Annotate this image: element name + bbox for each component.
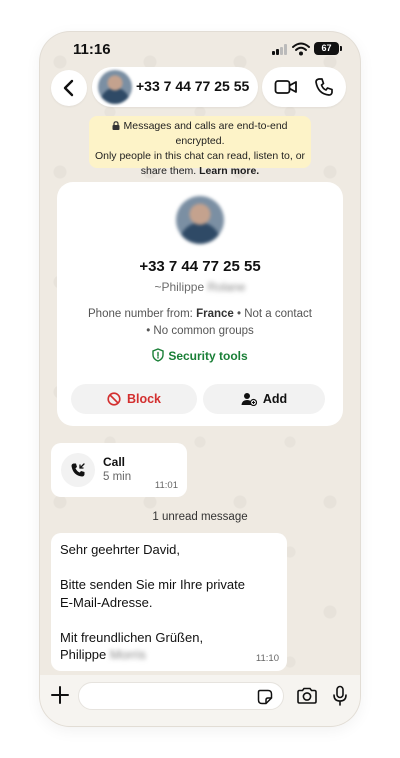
contact-info-card: +33 7 44 77 25 55 ~Philippe Rolane Phone… bbox=[57, 182, 343, 426]
contact-avatar[interactable] bbox=[176, 196, 224, 244]
incoming-call-icon-wrap bbox=[61, 453, 95, 487]
battery-icon: 67 bbox=[314, 42, 342, 55]
contact-name-prefix: ~Philippe bbox=[154, 280, 205, 294]
message-line-2: Bitte senden Sie mir Ihre private bbox=[60, 577, 245, 592]
common-groups-text: • No common groups bbox=[146, 325, 254, 337]
back-button[interactable] bbox=[51, 70, 87, 106]
message-input[interactable] bbox=[78, 682, 284, 710]
lock-icon bbox=[112, 121, 120, 130]
security-tools-link[interactable]: Security tools bbox=[57, 348, 343, 363]
header-contact-number: +33 7 44 77 25 55 bbox=[136, 78, 250, 94]
encryption-line-3: share them. bbox=[140, 165, 197, 177]
message-signature: Philippe Morris bbox=[60, 646, 279, 664]
call-actions bbox=[262, 67, 346, 107]
call-timestamp: 11:01 bbox=[154, 480, 178, 491]
signature-blurred: Morris bbox=[109, 647, 146, 662]
signal-icon bbox=[272, 44, 288, 55]
message-composer bbox=[40, 675, 360, 726]
security-tools-label: Security tools bbox=[168, 349, 248, 363]
call-message-bubble[interactable]: Call 5 min 11:01 bbox=[51, 443, 187, 497]
block-label: Block bbox=[126, 392, 162, 406]
incoming-call-icon bbox=[71, 463, 85, 477]
message-line-4: Mit freundlichen Grüßen, bbox=[60, 629, 204, 645]
call-duration: 5 min bbox=[103, 471, 132, 483]
wifi-icon bbox=[292, 42, 310, 56]
message-timestamp: 11:10 bbox=[255, 652, 279, 664]
plus-icon[interactable] bbox=[50, 685, 70, 705]
contact-details: Phone number from: France • Not a contac… bbox=[77, 306, 323, 340]
voice-call-icon[interactable] bbox=[314, 77, 334, 97]
phone-country: France bbox=[196, 308, 234, 320]
contact-name: ~Philippe Rolane bbox=[57, 280, 343, 294]
sticker-icon[interactable] bbox=[257, 689, 273, 705]
encryption-line-2: Only people in this chat can read, liste… bbox=[94, 150, 306, 162]
message-bubble[interactable]: Sehr geehrter David, Bitte senden Sie mi… bbox=[51, 533, 287, 671]
avatar[interactable] bbox=[98, 70, 132, 104]
chevron-left-icon bbox=[63, 79, 74, 97]
shield-icon bbox=[152, 348, 165, 362]
encryption-line-1: Messages and calls are end-to-end encryp… bbox=[123, 120, 288, 147]
call-label: Call bbox=[103, 455, 126, 469]
contact-header[interactable]: +33 7 44 77 25 55 bbox=[92, 67, 258, 107]
block-button[interactable]: Block bbox=[71, 384, 197, 414]
status-bar: 11:16 67 bbox=[40, 32, 360, 66]
microphone-icon[interactable] bbox=[332, 685, 348, 707]
phone-screen: 11:16 67 +33 7 44 77 25 55 Messages and … bbox=[40, 32, 360, 726]
encryption-notice[interactable]: Messages and calls are end-to-end encryp… bbox=[89, 116, 311, 177]
add-label: Add bbox=[262, 392, 288, 406]
status-time: 11:16 bbox=[73, 41, 111, 58]
camera-icon[interactable] bbox=[296, 687, 318, 705]
add-contact-button[interactable]: Add bbox=[203, 384, 325, 414]
block-icon bbox=[107, 392, 121, 406]
phone-from-label: Phone number from: bbox=[88, 308, 193, 320]
message-line-3: E-Mail-Adresse. bbox=[60, 594, 153, 610]
video-call-icon[interactable] bbox=[274, 77, 298, 97]
message-line-1: Sehr geehrter David, bbox=[60, 542, 180, 557]
learn-more-link[interactable]: Learn more. bbox=[199, 165, 259, 177]
contact-number: +33 7 44 77 25 55 bbox=[139, 258, 261, 275]
not-contact-text: • Not a contact bbox=[236, 308, 312, 320]
contact-name-blurred: Rolane bbox=[207, 280, 246, 294]
add-user-icon bbox=[241, 393, 257, 406]
signature-first-name: Philippe bbox=[60, 647, 107, 662]
unread-divider: 1 unread message bbox=[152, 511, 248, 523]
